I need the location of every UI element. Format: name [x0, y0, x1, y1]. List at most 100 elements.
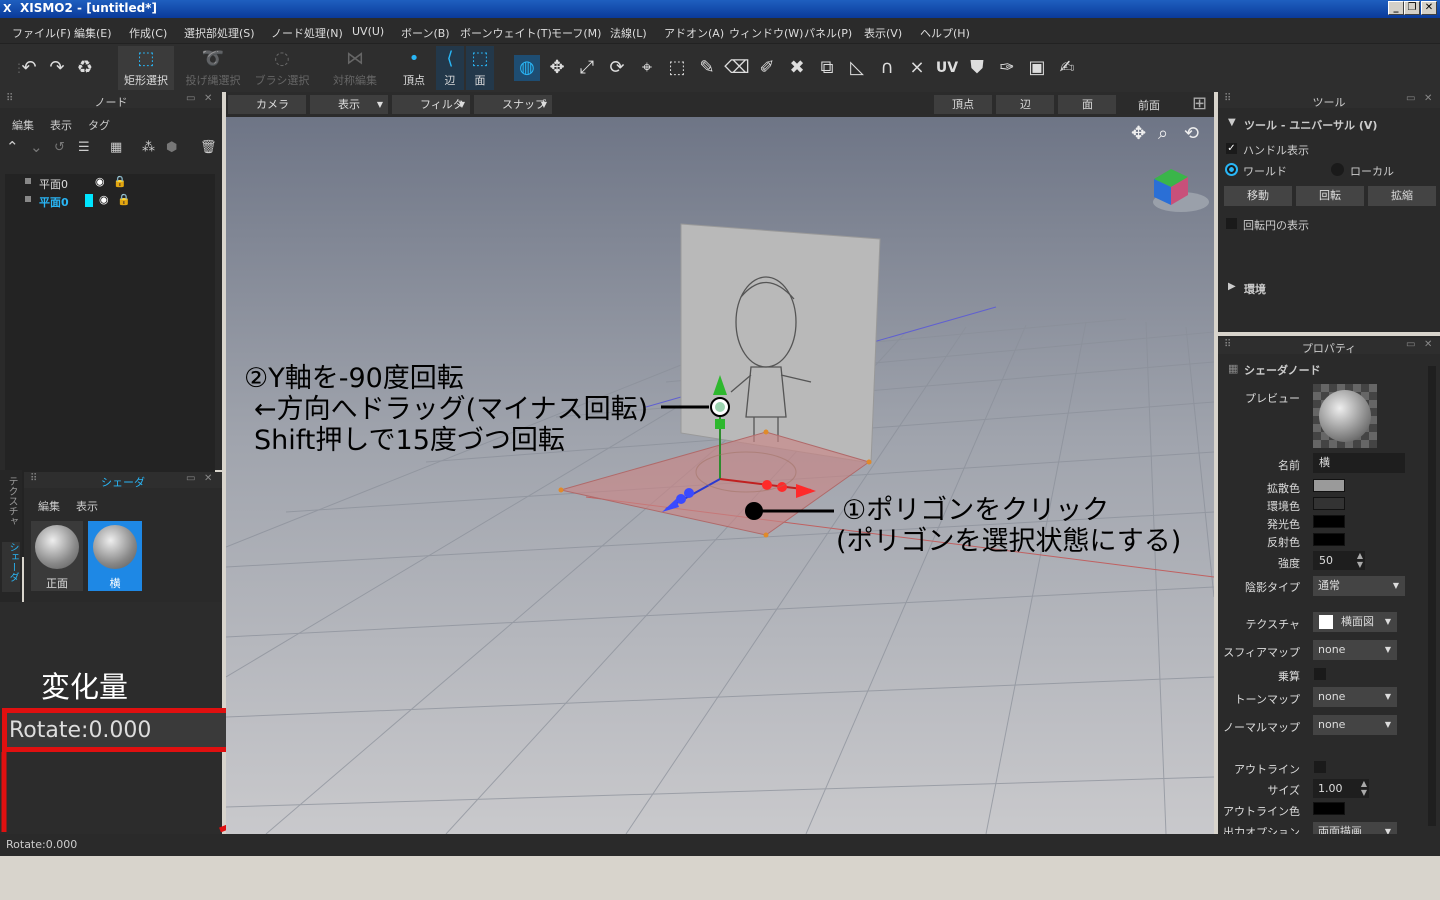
sphere-map-select[interactable]: none ▼	[1313, 640, 1397, 660]
outline-color-swatch[interactable]	[1313, 802, 1345, 815]
face-mode-button[interactable]: ⬚ 面	[466, 46, 494, 90]
strength-stepper[interactable]: 50 ▲ ▼	[1313, 551, 1365, 570]
edge-filter-button[interactable]: 辺	[996, 95, 1054, 114]
zoom-icon[interactable]: ⌕	[1158, 123, 1168, 144]
menu-panel[interactable]: パネル(P)	[804, 25, 852, 41]
reparent-icon[interactable]: ↺	[54, 140, 65, 155]
node-menu-edit[interactable]: 編集	[12, 117, 34, 133]
trash-icon[interactable]: 🗑	[200, 140, 217, 155]
lock-icon[interactable]: 🔒	[117, 193, 131, 206]
move-up-icon[interactable]: ⌃	[6, 138, 19, 156]
close-panel-icon[interactable]: ✕	[204, 473, 212, 484]
restore-button[interactable]: ❐	[1404, 1, 1420, 15]
move-tool-icon[interactable]: ✥	[544, 55, 570, 81]
rotation-circle-checkbox[interactable]	[1226, 218, 1237, 229]
layout-icon[interactable]: ⊞	[1192, 93, 1207, 114]
camera-dropdown[interactable]: カメラ	[228, 95, 306, 114]
reflect-swatch[interactable]	[1313, 533, 1345, 546]
normal-map-select[interactable]: none ▼	[1313, 715, 1397, 735]
orbit-icon[interactable]: ⟲	[1184, 123, 1199, 144]
visibility-icon[interactable]: ◉	[99, 193, 109, 206]
emissive-swatch[interactable]	[1313, 515, 1345, 528]
snap-dropdown[interactable]: スナップ ▼	[474, 95, 552, 114]
edit-tool-icon[interactable]: ✍	[1054, 55, 1080, 81]
vertex-mode-button[interactable]: • 頂点	[398, 46, 430, 90]
menu-create[interactable]: 作成(C)	[129, 25, 167, 41]
shader-menu-view[interactable]: 表示	[76, 498, 98, 514]
node-item[interactable]: 平面0 ◉ 🔒	[5, 192, 215, 210]
shade-type-select[interactable]: 通常 ▼	[1313, 576, 1405, 596]
outline-checkbox[interactable]	[1314, 761, 1326, 773]
filter-dropdown[interactable]: フィルタ ▼	[392, 95, 470, 114]
brush-tool-icon[interactable]: ✑	[994, 55, 1020, 81]
scale-button[interactable]: 拡縮	[1368, 186, 1436, 206]
redo-icon[interactable]: ↷	[44, 55, 70, 81]
shader-thumb[interactable]: 横	[88, 521, 142, 591]
environment-section[interactable]: 環境	[1244, 281, 1266, 297]
recycle-icon[interactable]: ♻	[72, 55, 98, 81]
menu-boneweight[interactable]: ボーンウェイト(T)	[460, 25, 552, 41]
scale-tool-icon[interactable]: ⤢	[574, 55, 600, 81]
menu-normal[interactable]: 法線(L)	[610, 25, 647, 41]
menu-morph[interactable]: モーフ(M)	[551, 25, 601, 41]
menu-help[interactable]: ヘルプ(H)	[920, 25, 970, 41]
merge-tool-icon[interactable]: ⨯	[904, 55, 930, 81]
symmetry-edit-button[interactable]: ⋈ 対称編集	[328, 46, 382, 90]
grid-icon[interactable]: ▦	[110, 140, 122, 155]
lock-icon[interactable]: 🔒	[113, 175, 127, 188]
stepper-arrows-icon[interactable]: ▲ ▼	[1361, 779, 1367, 797]
menu-file[interactable]: ファイル(F)	[12, 25, 71, 41]
marquee-tool-icon[interactable]: ⬚	[664, 55, 690, 81]
brush-select-button[interactable]: ◌ ブラシ選択	[254, 46, 310, 90]
bridge-tool-icon[interactable]: ∩	[874, 55, 900, 81]
pivot-tool-icon[interactable]: ⌖	[634, 55, 660, 81]
film-tool-icon[interactable]: ▣	[1024, 55, 1050, 81]
orientation-cube[interactable]	[1153, 169, 1209, 212]
visibility-icon[interactable]: ◉	[95, 175, 105, 188]
extrude-tool-icon[interactable]: ⧉	[814, 55, 840, 81]
tab-texture[interactable]: テクスチャ	[3, 476, 19, 538]
move-down-icon[interactable]: ⌄	[30, 138, 43, 156]
show-handle-checkbox[interactable]: ✓	[1226, 143, 1237, 154]
edge-mode-button[interactable]: ⟨ 辺	[436, 46, 464, 90]
output-option-select[interactable]: 両面描画 ▼	[1313, 822, 1397, 834]
multiply-checkbox[interactable]	[1314, 668, 1326, 680]
list-icon[interactable]: ☰	[78, 140, 90, 155]
diffuse-swatch[interactable]	[1313, 479, 1345, 492]
cube-icon[interactable]: ⬢	[166, 140, 177, 155]
face-filter-button[interactable]: 面	[1058, 95, 1116, 114]
tab-shader[interactable]: シェーダ	[2, 542, 20, 592]
eraser-tool-icon[interactable]: ⌫	[724, 55, 750, 81]
close-panel-icon[interactable]: ✕	[1424, 339, 1432, 350]
rotate-button[interactable]: 回転	[1296, 186, 1364, 206]
vertex-filter-button[interactable]: 頂点	[934, 95, 992, 114]
uv-tool-icon[interactable]: UV	[934, 55, 960, 81]
close-panel-icon[interactable]: ✕	[204, 93, 212, 104]
property-scrollbar[interactable]	[1428, 366, 1436, 826]
menu-select[interactable]: 選択部処理(S)	[184, 25, 255, 41]
lasso-select-button[interactable]: ➰ 投げ縄選択	[183, 46, 243, 90]
move-button[interactable]: 移動	[1224, 186, 1292, 206]
menu-addon[interactable]: アドオン(A)	[664, 25, 724, 41]
view-front-label[interactable]: 前面	[1138, 97, 1160, 113]
toon-map-select[interactable]: none ▼	[1313, 687, 1397, 707]
node-menu-view[interactable]: 表示	[50, 117, 72, 133]
texture-select[interactable]: 横面図 ▼	[1313, 612, 1397, 632]
pan-icon[interactable]: ✥	[1131, 123, 1146, 144]
menu-node[interactable]: ノード処理(N)	[271, 25, 343, 41]
size-stepper[interactable]: 1.00 ▲ ▼	[1313, 779, 1369, 798]
menu-window[interactable]: ウィンドウ(W)	[729, 25, 803, 41]
expand-icon[interactable]: ▶	[1228, 281, 1236, 292]
minimize-panel-icon[interactable]: ▭	[1406, 93, 1415, 104]
rotate-tool-icon[interactable]: ⟳	[604, 55, 630, 81]
minimize-button[interactable]: _	[1388, 1, 1404, 15]
reference-image-plane[interactable]	[680, 223, 881, 464]
undo-icon[interactable]: ↶	[16, 55, 42, 81]
bevel-tool-icon[interactable]: ◺	[844, 55, 870, 81]
minimize-panel-icon[interactable]: ▭	[1406, 339, 1415, 350]
pen-tool-icon[interactable]: ✎	[694, 55, 720, 81]
view-dropdown[interactable]: 表示 ▼	[310, 95, 388, 114]
minimize-panel-icon[interactable]: ▭	[186, 93, 195, 104]
node-menu-tag[interactable]: タグ	[88, 117, 110, 133]
group-icon[interactable]: ⁂	[142, 140, 155, 155]
